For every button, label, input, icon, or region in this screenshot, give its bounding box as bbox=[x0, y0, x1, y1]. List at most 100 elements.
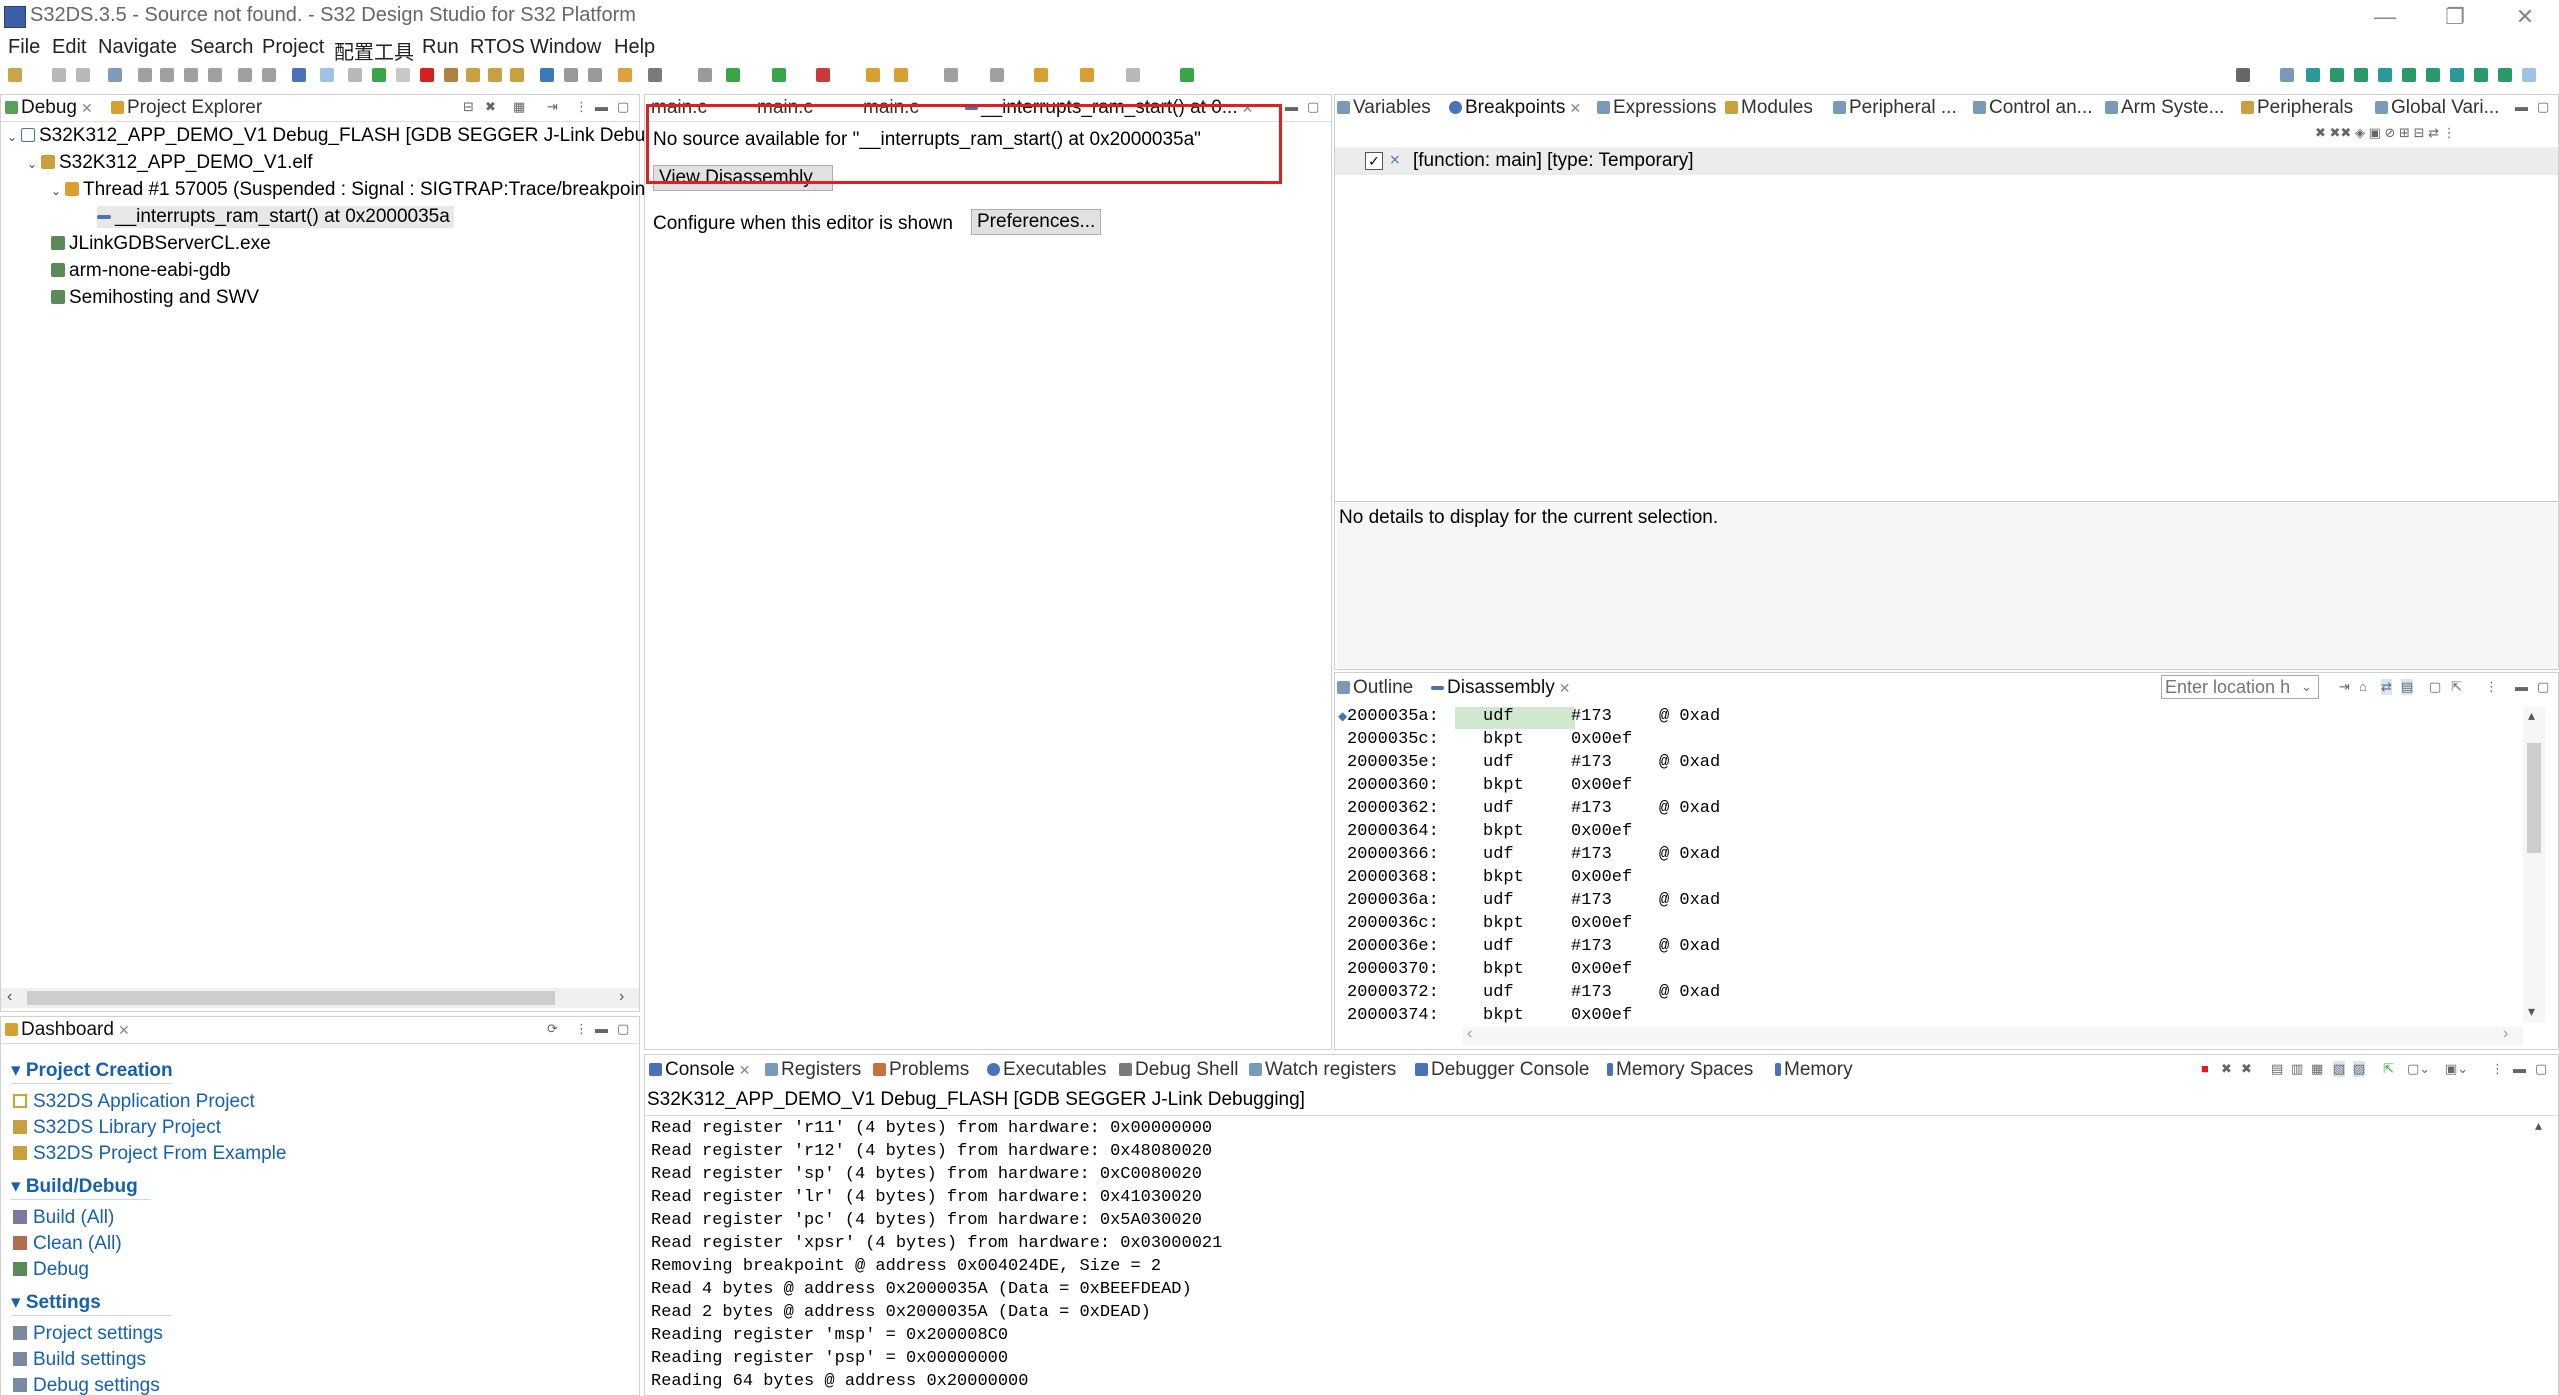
tree-launch[interactable]: ⌄ S32K312_APP_DEMO_V1 Debug_FLASH [GDB SE… bbox=[7, 125, 697, 147]
perspective-1-icon[interactable] bbox=[2306, 68, 2320, 82]
terminate-icon[interactable]: ■ bbox=[2201, 1061, 2209, 1076]
prev-annotation-icon[interactable] bbox=[990, 68, 1004, 82]
link-icon[interactable]: ⇄ bbox=[2428, 125, 2439, 140]
reset-icon[interactable] bbox=[588, 68, 602, 82]
debug-run-icon[interactable] bbox=[726, 68, 740, 82]
tab-modules[interactable]: Modules bbox=[1725, 97, 1813, 119]
scroll-thumb[interactable] bbox=[2527, 743, 2541, 853]
restore-button[interactable]: ❐ bbox=[2420, 0, 2490, 36]
tab-peripheral-registers[interactable]: Peripheral ... bbox=[1833, 97, 1957, 119]
instruction-step-icon[interactable] bbox=[540, 68, 554, 82]
tab-expressions[interactable]: Expressions bbox=[1597, 97, 1717, 119]
remove-terminated-icon[interactable]: ✖ bbox=[485, 99, 496, 115]
menu-file[interactable]: File bbox=[8, 36, 40, 59]
tab-memory-spaces[interactable]: Memory Spaces bbox=[1607, 1059, 1753, 1081]
link-build-all[interactable]: Build (All) bbox=[13, 1207, 114, 1229]
tab-debug-shell[interactable]: Debug Shell bbox=[1119, 1059, 1239, 1081]
minimize-button[interactable]: — bbox=[2350, 0, 2420, 36]
perspective-5-icon[interactable] bbox=[2402, 68, 2416, 82]
forward-icon[interactable] bbox=[1126, 68, 1140, 82]
link-clean-all[interactable]: Clean (All) bbox=[13, 1233, 122, 1255]
print-icon[interactable] bbox=[108, 68, 122, 82]
show-on-error-icon[interactable]: ▨ bbox=[2353, 1061, 2366, 1077]
menu-search[interactable]: Search bbox=[190, 36, 253, 59]
remove-breakpoint-icon[interactable]: ✖ bbox=[2315, 125, 2326, 140]
edit-icon[interactable] bbox=[698, 68, 712, 82]
link-project-settings[interactable]: Project settings bbox=[13, 1323, 163, 1345]
perspective-3-icon[interactable] bbox=[2354, 68, 2368, 82]
section-project-creation[interactable]: ▾ Project Creation bbox=[11, 1059, 173, 1082]
show-on-output-icon[interactable]: ▧ bbox=[2333, 1061, 2346, 1077]
tab-problems[interactable]: Problems bbox=[873, 1059, 969, 1081]
tab-memory[interactable]: Memory bbox=[1775, 1059, 1853, 1081]
section-build-debug[interactable]: ▾ Build/Debug bbox=[11, 1175, 138, 1198]
tab-debugger-console[interactable]: Debugger Console bbox=[1415, 1059, 1589, 1081]
external-tools-icon[interactable] bbox=[816, 68, 830, 82]
scroll-left-icon[interactable]: ‹ bbox=[7, 988, 12, 1006]
tree-semihosting[interactable]: Semihosting and SWV bbox=[51, 287, 259, 309]
menu-navigate[interactable]: Navigate bbox=[98, 36, 177, 59]
perspective-7-icon[interactable] bbox=[2450, 68, 2464, 82]
step-into-icon[interactable] bbox=[466, 68, 480, 82]
pin-console-icon[interactable]: ⇱ bbox=[2383, 1061, 2394, 1077]
display-memory-icon[interactable] bbox=[648, 68, 662, 82]
word-wrap-icon[interactable]: ▦ bbox=[2311, 1061, 2323, 1077]
refresh-icon[interactable]: ⟳ bbox=[547, 1021, 558, 1037]
tree-jlink[interactable]: JLinkGDBServerCL.exe bbox=[51, 233, 271, 255]
next-annotation-icon[interactable] bbox=[944, 68, 958, 82]
more-icon[interactable]: ⋮ bbox=[2485, 679, 2498, 695]
suspend-icon[interactable] bbox=[396, 68, 410, 82]
open-console-icon[interactable]: ▣⌄ bbox=[2445, 1061, 2468, 1077]
expand-all-icon[interactable]: ⊞ bbox=[2399, 125, 2410, 140]
pin-editor-icon[interactable] bbox=[1180, 68, 1194, 82]
link-application-project[interactable]: S32DS Application Project bbox=[13, 1091, 255, 1113]
perspective-9-icon[interactable] bbox=[2498, 68, 2512, 82]
tab-global-variables[interactable]: Global Vari... bbox=[2375, 97, 2499, 119]
tab-disassembly[interactable]: Disassembly ✕ bbox=[1431, 677, 1570, 699]
remove-all-icon[interactable]: ✖ bbox=[2241, 1061, 2252, 1077]
remove-all-breakpoints-icon[interactable]: ✖✖ bbox=[2330, 125, 2352, 140]
perspective-4-icon[interactable] bbox=[2378, 68, 2392, 82]
more-icon[interactable]: ⋮ bbox=[2491, 1061, 2504, 1077]
link-icon[interactable]: ⇥ bbox=[547, 99, 558, 115]
menu-help[interactable]: Help bbox=[614, 36, 655, 59]
menu-run[interactable]: Run bbox=[422, 36, 459, 59]
minimize-view-icon[interactable]: ▬ bbox=[2515, 679, 2528, 694]
scroll-left-icon[interactable]: ‹ bbox=[1467, 1025, 1472, 1043]
menu-rtos[interactable]: RTOS bbox=[470, 36, 525, 59]
link-debug-settings[interactable]: Debug settings bbox=[13, 1375, 160, 1396]
open-perspective-icon[interactable] bbox=[2280, 68, 2294, 82]
perspective-6-icon[interactable] bbox=[2426, 68, 2440, 82]
clear-console-icon[interactable]: ▤ bbox=[2271, 1061, 2283, 1077]
more-icon[interactable]: ⋮ bbox=[2443, 125, 2456, 140]
remove-launch-icon[interactable]: ✖ bbox=[2221, 1061, 2232, 1077]
link-library-project[interactable]: S32DS Library Project bbox=[13, 1117, 221, 1139]
scroll-right-icon[interactable]: › bbox=[2503, 1025, 2508, 1043]
scroll-thumb[interactable] bbox=[27, 991, 555, 1005]
pin-icon[interactable]: ⇱ bbox=[2451, 679, 2462, 695]
save-all-icon[interactable] bbox=[76, 68, 90, 82]
redo-icon[interactable] bbox=[262, 68, 276, 82]
paste-icon[interactable] bbox=[184, 68, 198, 82]
new-view-icon[interactable]: ▢ bbox=[2429, 679, 2441, 695]
perspective-8-icon[interactable] bbox=[2474, 68, 2488, 82]
menu-project[interactable]: Project bbox=[262, 36, 324, 59]
step-return-icon[interactable] bbox=[510, 68, 524, 82]
search-tool-icon[interactable] bbox=[894, 68, 908, 82]
undo-icon[interactable] bbox=[238, 68, 252, 82]
tab-registers[interactable]: Registers bbox=[765, 1059, 861, 1081]
link-with-editor-icon[interactable]: ⇄ bbox=[2381, 679, 2392, 695]
perspective-2-icon[interactable] bbox=[2330, 68, 2344, 82]
home-icon[interactable]: ⌂ bbox=[2359, 679, 2367, 694]
location-input[interactable] bbox=[2161, 675, 2319, 699]
tab-debug[interactable]: Debug ✕ bbox=[5, 97, 93, 119]
terminate-icon[interactable] bbox=[420, 68, 434, 82]
save-icon[interactable] bbox=[52, 68, 66, 82]
use-step-filters-icon[interactable] bbox=[564, 68, 578, 82]
more-icon[interactable]: ⋮ bbox=[575, 99, 588, 115]
link-debug[interactable]: Debug bbox=[13, 1259, 89, 1281]
tab-outline[interactable]: Outline bbox=[1337, 677, 1413, 699]
open-type-icon[interactable] bbox=[866, 68, 880, 82]
view-menu-icon[interactable]: ▦ bbox=[513, 99, 525, 115]
search-icon[interactable] bbox=[2236, 68, 2250, 82]
